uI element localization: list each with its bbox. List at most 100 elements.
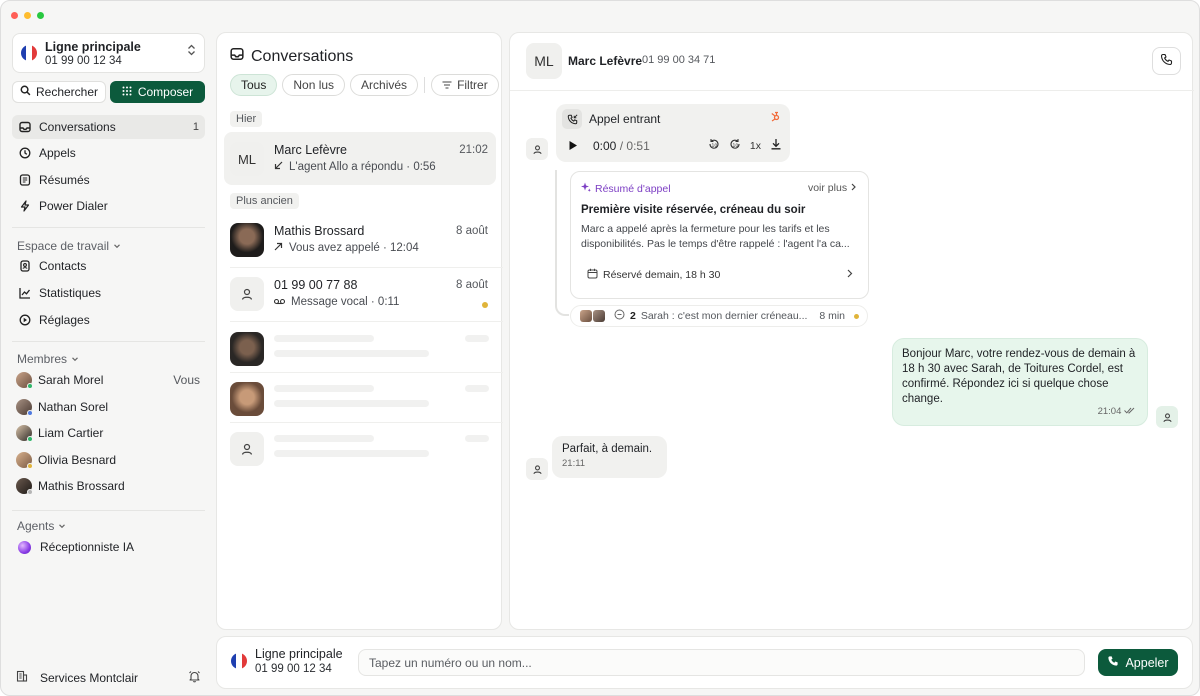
call-button-label: Appeler: [1125, 655, 1169, 670]
message-text: Parfait, à demain.: [562, 443, 653, 455]
call-contact-button[interactable]: [1152, 47, 1181, 75]
inbox-icon: [19, 121, 31, 133]
status-dot: [27, 383, 33, 389]
booking-row[interactable]: Réservé demain, 18 h 30: [577, 260, 861, 290]
person-icon: [230, 277, 264, 311]
contact-number: 01 99 00 34 71: [642, 54, 716, 66]
workspace-section-toggle[interactable]: Espace de travail: [17, 239, 121, 253]
search-button[interactable]: Rechercher: [12, 81, 106, 103]
dial-input[interactable]: [358, 649, 1085, 676]
unread-dot: [482, 302, 488, 308]
nav-item-power-dialer[interactable]: Power Dialer: [12, 194, 205, 218]
group-label-yesterday: Hier: [230, 111, 263, 127]
status-dot: [27, 489, 33, 495]
nav-item-contacts[interactable]: Contacts: [12, 254, 205, 278]
hubspot-icon: [770, 111, 781, 125]
company-name: Services Montclair: [40, 670, 139, 685]
thread-replies-chip[interactable]: 2 Sarah : c'est mon dernier créneau... 8…: [570, 305, 868, 327]
bolt-icon: [19, 200, 31, 212]
filter-chip-unread[interactable]: Non lus: [282, 74, 346, 96]
member-name: Liam Cartier: [38, 426, 104, 440]
summary-label-text: Résumé d'appel: [595, 182, 671, 195]
close-window-button[interactable]: [11, 12, 18, 19]
agents-header: Agents: [17, 519, 55, 533]
voicemail-icon: [273, 296, 286, 308]
outgoing-arrow-icon: [274, 242, 283, 254]
svg-text:10: 10: [711, 143, 717, 149]
nav-item-statistics[interactable]: Statistiques: [12, 281, 205, 305]
member-name: Mathis Brossard: [38, 479, 125, 493]
agents-section-toggle[interactable]: Agents: [17, 519, 66, 533]
call-summary-card[interactable]: Résumé d'appel voir plus Première visite…: [570, 171, 869, 299]
conversations-panel: Conversations Tous Non lus Archivés Filt…: [216, 32, 503, 630]
member-item[interactable]: Sarah Morel Vous: [16, 370, 205, 390]
play-button[interactable]: [568, 140, 578, 154]
clock-icon: [19, 147, 31, 159]
fr-flag-icon: [21, 45, 37, 61]
member-item[interactable]: Nathan Sorel: [16, 397, 205, 417]
download-icon[interactable]: [770, 138, 782, 153]
chat-panel: ML Marc Lefèvre 01 99 00 34 71 Appel ent…: [509, 32, 1194, 630]
skeleton-bar: [274, 450, 429, 457]
compose-button[interactable]: Composer: [110, 81, 205, 103]
chevron-updown-icon: [187, 44, 196, 58]
thread-preview: Sarah : c'est mon dernier créneau...: [640, 310, 808, 322]
summary-label: Résumé d'appel: [581, 182, 671, 195]
call-button[interactable]: Appeler: [1098, 649, 1178, 676]
member-name: Sarah Morel: [38, 373, 104, 387]
nav-item-calls[interactable]: Appels: [12, 141, 205, 165]
member-item[interactable]: Mathis Brossard: [16, 476, 205, 496]
avatar: [16, 478, 33, 495]
member-item[interactable]: Liam Cartier: [16, 423, 205, 443]
nav-label: Contacts: [39, 259, 87, 273]
total-time: 0:51: [626, 139, 650, 153]
forward-10-icon[interactable]: 10: [729, 138, 741, 153]
see-more-label: voir plus: [807, 182, 848, 194]
skeleton-row: [224, 372, 496, 425]
fr-flag-icon: [231, 653, 247, 669]
skeleton-row: [224, 322, 496, 375]
dial-composer: Ligne principale 01 99 00 12 34 Appeler: [216, 636, 1193, 689]
line-selector[interactable]: Ligne principale 01 99 00 12 34: [12, 33, 205, 73]
line-number: 01 99 00 12 34: [45, 55, 122, 67]
chevron-right-icon: [850, 182, 857, 194]
conversation-preview: Vous avez appelé · 12:04: [274, 242, 419, 254]
playback-speed-button[interactable]: 1x: [750, 140, 761, 152]
search-button-label: Rechercher: [35, 85, 99, 99]
nav-item-conversations[interactable]: Conversations 1: [12, 115, 205, 139]
skeleton-bar: [274, 435, 374, 442]
skeleton-bar: [465, 335, 489, 342]
workspace-footer[interactable]: Services Montclair: [16, 670, 205, 685]
avatar: [230, 223, 264, 257]
maximize-window-button[interactable]: [37, 12, 44, 19]
reply-count: 2: [630, 310, 636, 322]
filter-button[interactable]: Filtrer: [431, 74, 499, 96]
filter-chip-archived[interactable]: Archivés: [350, 74, 419, 96]
member-name: Nathan Sorel: [38, 400, 109, 414]
rewind-10-icon[interactable]: 10: [708, 138, 720, 153]
agent-item[interactable]: Réceptionniste IA: [16, 537, 205, 557]
conversations-count-badge: 1: [192, 121, 199, 133]
bell-icon[interactable]: [188, 670, 201, 686]
sidebar: Ligne principale 01 99 00 12 34 Recherch…: [1, 25, 213, 695]
filter-chip-all[interactable]: Tous: [230, 74, 278, 96]
avatar: [230, 332, 264, 366]
nav-item-summaries[interactable]: Résumés: [12, 168, 205, 192]
member-item[interactable]: Olivia Besnard: [16, 450, 205, 470]
members-section-toggle[interactable]: Membres: [17, 352, 79, 366]
conversation-row[interactable]: Mathis Brossard 8 août Vous avez appelé …: [224, 213, 496, 266]
nav-label: Résumés: [39, 173, 90, 187]
composer-line-number: 01 99 00 12 34: [255, 663, 332, 675]
conversation-row[interactable]: 01 99 00 77 88 8 août Message vocal · 0:…: [224, 267, 496, 320]
conversation-preview: L'agent Allo a répondu · 0:56: [274, 161, 436, 173]
avatar: ML: [230, 142, 264, 176]
conversation-row[interactable]: ML Marc Lefèvre 21:02 L'agent Allo a rép…: [224, 132, 496, 185]
minimize-window-button[interactable]: [24, 12, 31, 19]
chevron-down-icon: [58, 519, 66, 533]
nav-label: Conversations: [39, 120, 116, 134]
see-more-link[interactable]: voir plus: [808, 182, 857, 194]
conversation-date: 21:02: [459, 144, 488, 156]
conversation-name: Mathis Brossard: [274, 224, 365, 238]
contact-name: Marc Lefèvre: [568, 54, 643, 68]
nav-item-settings[interactable]: Réglages: [12, 308, 205, 332]
